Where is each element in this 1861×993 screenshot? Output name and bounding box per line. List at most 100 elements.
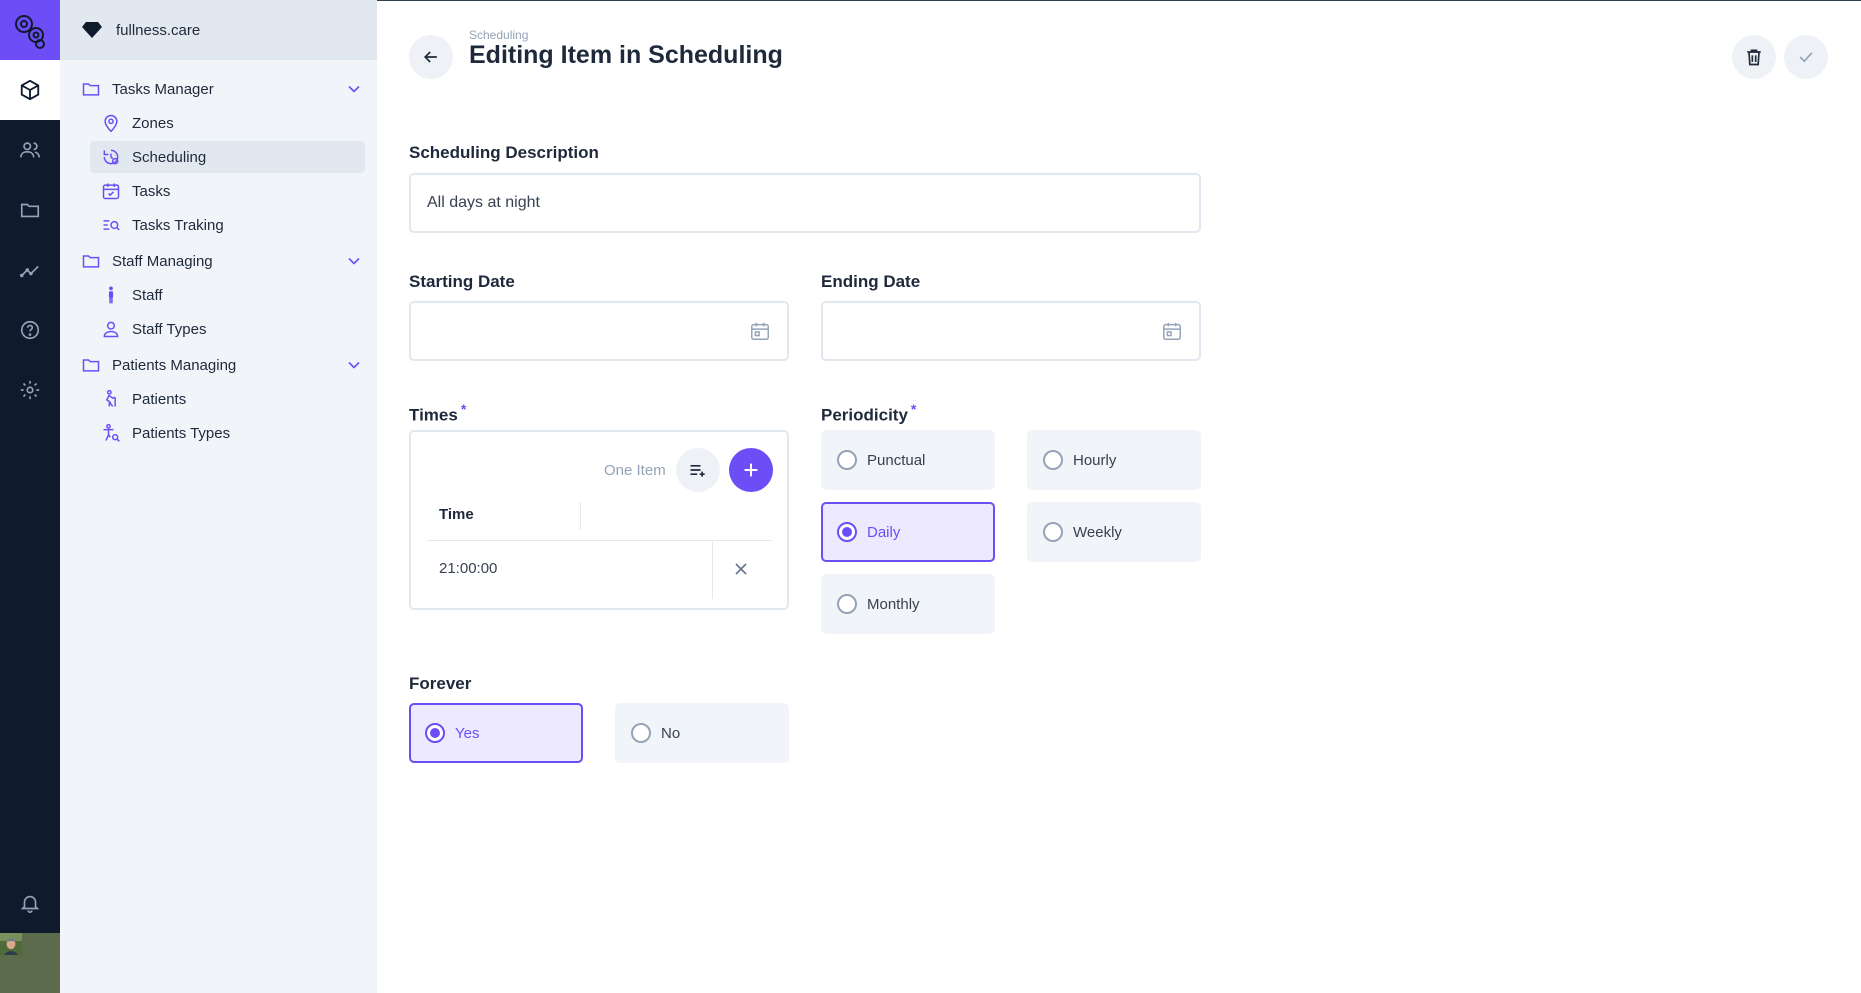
description-value: All days at night bbox=[427, 194, 540, 211]
person-standing-icon bbox=[100, 284, 122, 306]
folder-icon bbox=[80, 250, 102, 272]
periodicity-option-weekly[interactable]: Weekly bbox=[1027, 502, 1201, 562]
times-label: Times * bbox=[409, 401, 466, 426]
calendar-icon[interactable] bbox=[1161, 320, 1183, 342]
sidebar-group-staff-managing[interactable]: Staff Managing bbox=[80, 246, 365, 276]
accessibility-search-icon bbox=[100, 422, 122, 444]
rail-help[interactable] bbox=[0, 300, 60, 360]
time-cell[interactable]: 21:00:00 bbox=[439, 560, 497, 577]
radio-label: Daily bbox=[867, 523, 901, 541]
org-name: fullness.care bbox=[116, 21, 201, 39]
icon-rail bbox=[0, 0, 60, 993]
rail-analytics[interactable] bbox=[0, 240, 60, 300]
add-row-list-button[interactable] bbox=[676, 448, 720, 492]
user-avatar[interactable] bbox=[0, 933, 60, 993]
cube-icon bbox=[20, 79, 40, 101]
radio-label: Yes bbox=[455, 724, 480, 742]
help-circle-icon bbox=[20, 320, 40, 340]
playlist-add-icon bbox=[690, 465, 705, 477]
description-label: Scheduling Description bbox=[409, 143, 599, 162]
bell-icon bbox=[20, 895, 40, 913]
folder-icon bbox=[20, 203, 40, 218]
rail-notifications[interactable] bbox=[0, 873, 60, 933]
radio-dot bbox=[837, 522, 857, 542]
sidebar-item-staff-types[interactable]: Staff Types bbox=[90, 313, 365, 345]
breadcrumb[interactable]: Scheduling bbox=[469, 28, 528, 42]
save-button[interactable] bbox=[1784, 35, 1828, 79]
starting-date-input[interactable] bbox=[409, 301, 789, 361]
header-separator bbox=[427, 540, 771, 541]
sidebar-item-staff[interactable]: Staff bbox=[90, 279, 365, 311]
sidebar-group-patients-managing[interactable]: Patients Managing bbox=[80, 350, 365, 380]
required-mark: * bbox=[460, 401, 467, 417]
radio-dot bbox=[631, 723, 651, 743]
sidebar-item-patients-types[interactable]: Patients Types bbox=[90, 417, 365, 449]
sidebar-item-scheduling[interactable]: Scheduling bbox=[90, 141, 365, 173]
main-content: Scheduling Editing Item in Scheduling Sc… bbox=[377, 0, 1861, 993]
radio-label: No bbox=[661, 724, 681, 742]
users-icon bbox=[20, 142, 40, 158]
map-pin-icon bbox=[100, 112, 122, 134]
required-mark: * bbox=[910, 401, 917, 417]
calendar-icon[interactable] bbox=[749, 320, 771, 342]
trash-icon bbox=[1747, 49, 1761, 66]
times-label-text: Times bbox=[409, 405, 458, 425]
org-switcher[interactable]: fullness.care bbox=[60, 0, 377, 60]
sidebar-item-label: Scheduling bbox=[132, 148, 207, 166]
sidebar-item-zones[interactable]: Zones bbox=[90, 107, 365, 139]
sidebar-item-tasks-traking[interactable]: Tasks Traking bbox=[90, 209, 365, 241]
periodicity-option-monthly[interactable]: Monthly bbox=[821, 574, 995, 634]
sidebar-item-tasks[interactable]: Tasks bbox=[90, 175, 365, 207]
rail-cube[interactable] bbox=[0, 60, 60, 120]
sidebar-item-label: Patients bbox=[132, 390, 187, 408]
sidebar-group-tasks-manager[interactable]: Tasks Manager bbox=[80, 74, 365, 104]
gears-logo-icon bbox=[15, 15, 45, 49]
rail-users[interactable] bbox=[0, 120, 60, 180]
plus-icon bbox=[744, 463, 758, 477]
chart-line-icon bbox=[20, 265, 39, 278]
starting-date-label: Starting Date bbox=[409, 272, 515, 291]
ending-date-input[interactable] bbox=[821, 301, 1201, 361]
add-time-button[interactable] bbox=[729, 448, 773, 492]
remove-time-button[interactable] bbox=[729, 557, 753, 581]
back-button[interactable] bbox=[409, 35, 453, 79]
periodicity-label: Periodicity * bbox=[821, 401, 916, 426]
periodicity-option-punctual[interactable]: Punctual bbox=[821, 430, 995, 490]
forever-option-yes[interactable]: Yes bbox=[409, 703, 583, 763]
times-count: One Item bbox=[604, 462, 666, 479]
description-input[interactable]: All days at night bbox=[409, 173, 1201, 233]
sidebar-item-label: Staff Types bbox=[132, 320, 207, 338]
folder-icon bbox=[80, 354, 102, 376]
history-gear-icon bbox=[100, 146, 122, 168]
forever-option-no[interactable]: No bbox=[615, 703, 789, 763]
sidebar-item-patients[interactable]: Patients bbox=[90, 383, 365, 415]
rail-settings[interactable] bbox=[0, 360, 60, 420]
ending-date-label: Ending Date bbox=[821, 272, 921, 291]
sidebar-item-label: Tasks Traking bbox=[132, 216, 224, 234]
sidebar-item-label: Tasks bbox=[132, 182, 171, 200]
row-divider bbox=[712, 541, 713, 599]
radio-label: Hourly bbox=[1073, 451, 1117, 469]
radio-label: Punctual bbox=[867, 451, 926, 469]
folder-icon bbox=[80, 78, 102, 100]
radio-label: Monthly bbox=[867, 595, 920, 613]
periodicity-option-hourly[interactable]: Hourly bbox=[1027, 430, 1201, 490]
walking-person-icon bbox=[100, 388, 122, 410]
periodicity-option-daily[interactable]: Daily bbox=[821, 502, 995, 562]
close-icon bbox=[735, 563, 747, 575]
chevron-down-icon[interactable] bbox=[343, 78, 365, 100]
delete-button[interactable] bbox=[1732, 35, 1776, 79]
column-divider bbox=[580, 502, 581, 530]
chevron-down-icon[interactable] bbox=[343, 250, 365, 272]
arrow-left-icon bbox=[423, 51, 437, 63]
radio-dot bbox=[425, 723, 445, 743]
sidebar-group-label: Patients Managing bbox=[112, 356, 237, 374]
radio-dot bbox=[1043, 450, 1063, 470]
rail-folder[interactable] bbox=[0, 180, 60, 240]
app-logo[interactable] bbox=[0, 0, 60, 60]
times-list: One Item Time 21:00:00 bbox=[409, 430, 789, 610]
chevron-down-icon[interactable] bbox=[343, 354, 365, 376]
page-title: Editing Item in Scheduling bbox=[469, 41, 783, 69]
periodicity-label-text: Periodicity bbox=[821, 405, 908, 425]
radio-dot bbox=[837, 594, 857, 614]
